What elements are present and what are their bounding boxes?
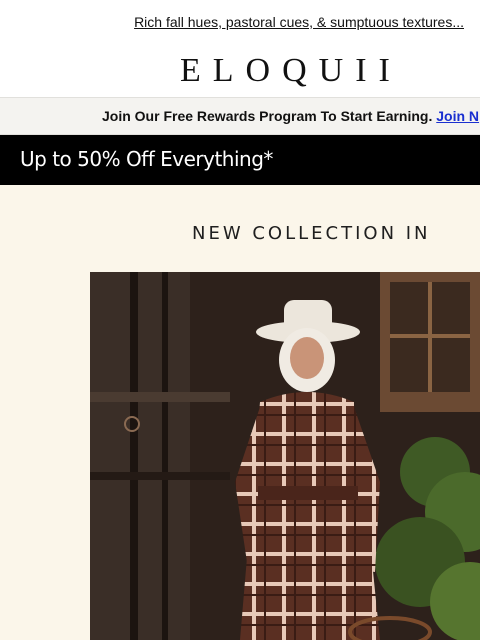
collection-heading: NEW COLLECTION IN: [192, 223, 431, 244]
header: ELOQUII: [0, 50, 480, 94]
promo-text: Up to 50% Off Everything*: [20, 147, 273, 171]
preheader: Rich fall hues, pastoral cues, & sumptuo…: [0, 0, 480, 46]
promo-banner[interactable]: Up to 50% Off Everything*: [0, 135, 480, 185]
hero-image[interactable]: [90, 272, 480, 640]
collection-section: NEW COLLECTION IN: [0, 185, 480, 640]
brand-logo[interactable]: ELOQUII: [180, 52, 402, 90]
rewards-banner: Join Our Free Rewards Program To Start E…: [0, 97, 480, 135]
preheader-link[interactable]: Rich fall hues, pastoral cues, & sumptuo…: [134, 14, 464, 30]
rewards-text: Join Our Free Rewards Program To Start E…: [102, 108, 433, 124]
rewards-join-link[interactable]: Join N: [436, 108, 479, 124]
